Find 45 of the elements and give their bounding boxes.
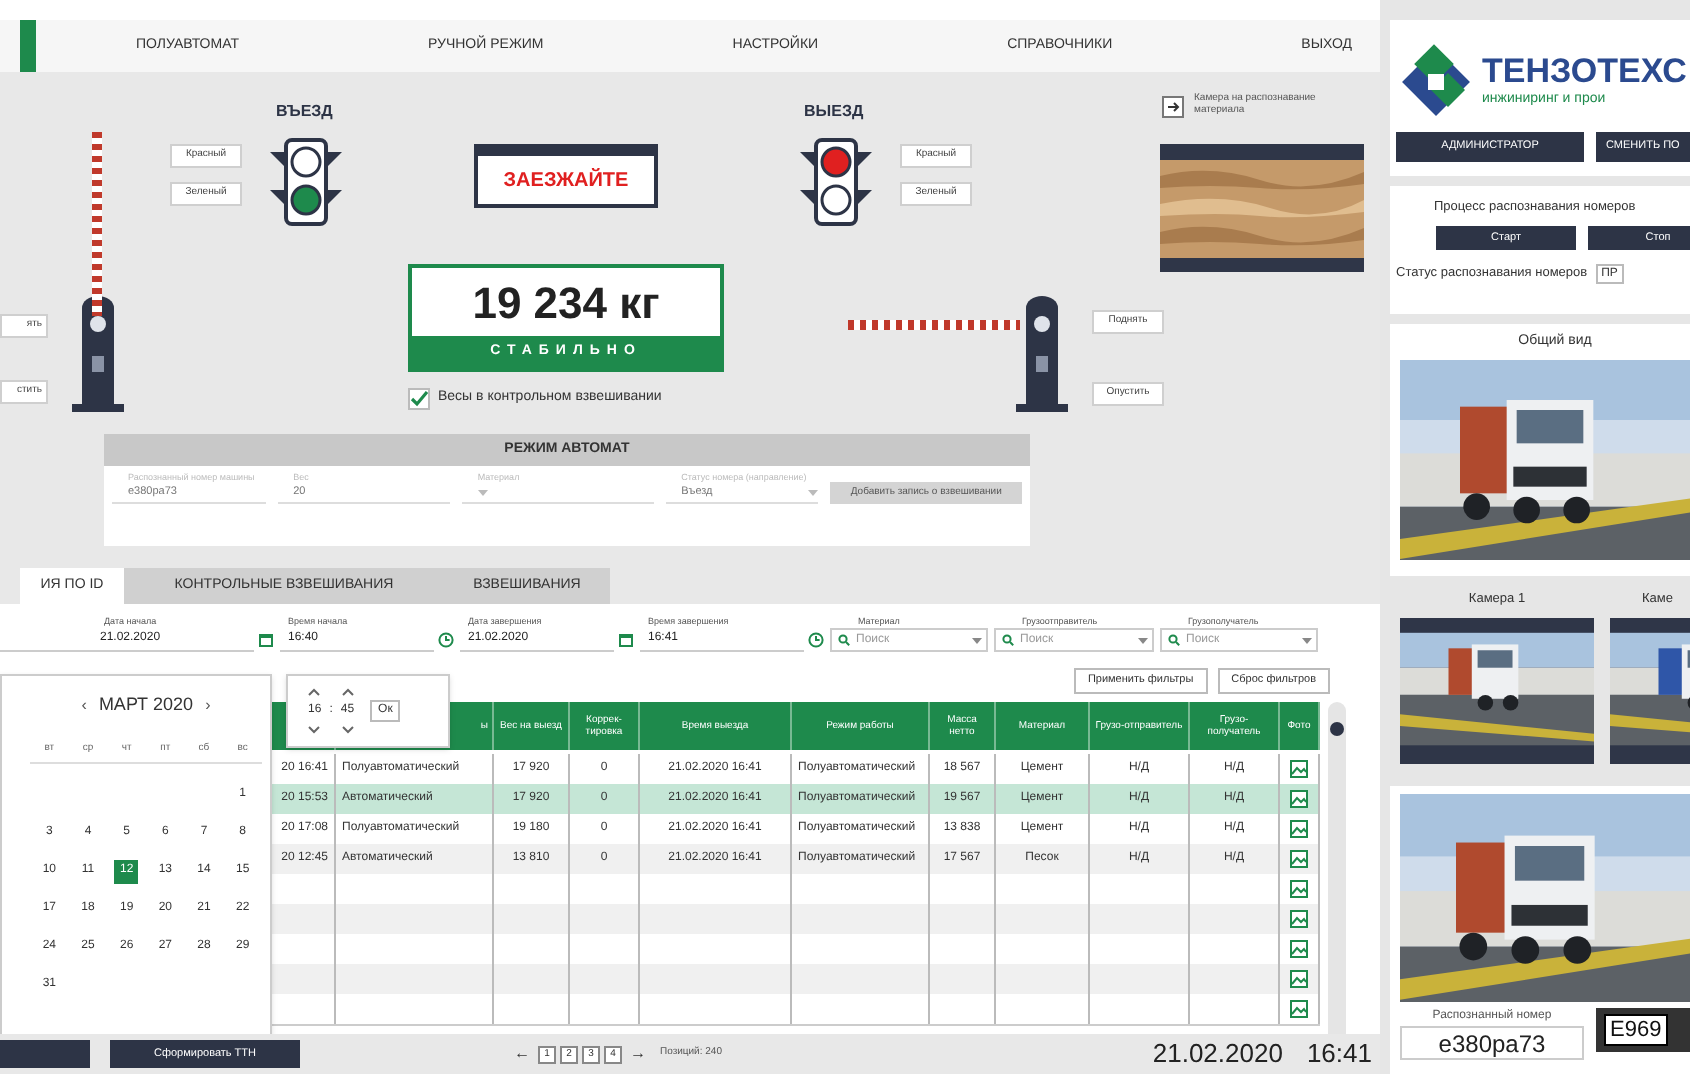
chevron-up-icon[interactable] — [308, 688, 321, 696]
month-title: МАРТ 2020 — [98, 692, 194, 719]
clock-icon[interactable] — [808, 632, 824, 648]
calendar-icon[interactable] — [258, 632, 274, 648]
direction-label: ВЪЕЗД — [276, 100, 333, 124]
chevron-down-icon — [1302, 637, 1312, 643]
photo-icon[interactable] — [1290, 910, 1308, 928]
previous-page-button[interactable]: ← — [514, 1042, 530, 1066]
clock-icon[interactable] — [438, 632, 454, 648]
logo-text: ТЕНЗОТЕХС — [1482, 53, 1687, 90]
chevron-down-icon[interactable] — [308, 726, 321, 734]
login-icon[interactable] — [1162, 96, 1184, 118]
barrier-post-icon — [1016, 296, 1068, 412]
next-month-button[interactable]: › — [205, 694, 211, 718]
search-icon — [1002, 634, 1014, 646]
chevron-down-icon — [972, 637, 982, 643]
search-icon — [1168, 634, 1180, 646]
chevron-down-icon[interactable] — [341, 726, 354, 734]
barrier-post-icon — [72, 296, 124, 412]
chevron-down-icon — [808, 490, 819, 496]
chevron-up-icon[interactable] — [341, 688, 354, 696]
chevron-down-icon — [1138, 637, 1148, 643]
sign-board: ЗАЕЗЖАЙТЕ — [474, 144, 658, 208]
chevron-down-icon — [477, 490, 488, 496]
scrollbar[interactable] — [1328, 702, 1346, 1034]
search-icon — [838, 634, 850, 646]
current-date: 21.02.2020 — [1152, 1036, 1283, 1073]
photo-icon[interactable] — [1290, 1000, 1308, 1018]
plate-number: E969 — [1604, 1014, 1668, 1046]
photo-icon[interactable] — [1290, 970, 1308, 988]
photo-icon[interactable] — [1290, 760, 1308, 778]
photo-icon[interactable] — [1290, 850, 1308, 868]
plate-field: e380pa73 — [1400, 1026, 1584, 1060]
previous-month-button[interactable]: ‹ — [81, 694, 87, 718]
direction-label: ВЫЕЗД — [804, 100, 864, 124]
photo-icon[interactable] — [1290, 940, 1308, 958]
photo-icon[interactable] — [1290, 820, 1308, 838]
next-page-button[interactable]: → — [630, 1042, 646, 1066]
accent-block — [20, 20, 36, 72]
calendar-icon[interactable] — [618, 632, 634, 648]
weight-reading: 19 234 кг — [470, 275, 662, 331]
photo-icon[interactable] — [1290, 790, 1308, 808]
current-time: 16:41 — [1306, 1036, 1372, 1073]
checkbox[interactable] — [408, 388, 430, 410]
photo-icon[interactable] — [1290, 880, 1308, 898]
